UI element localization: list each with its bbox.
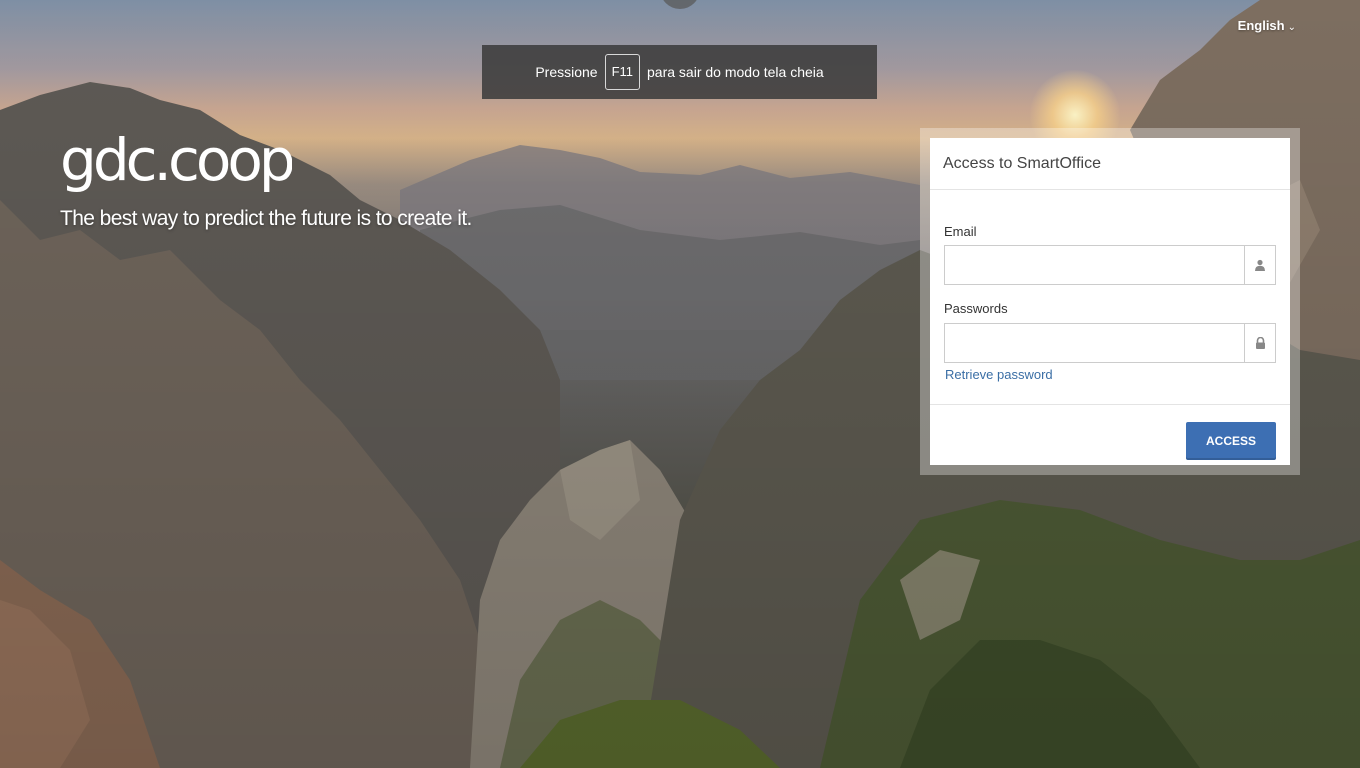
brand-logo: gdc.coop: [60, 122, 297, 205]
email-label: Email: [944, 224, 977, 239]
f11-key: F11: [604, 54, 641, 90]
login-panel: Access to SmartOffice Email Passwords Re…: [930, 138, 1290, 465]
chevron-down-icon: ⌄: [1287, 22, 1296, 33]
password-field[interactable]: [945, 324, 1244, 362]
login-panel-frame: Access to SmartOffice Email Passwords Re…: [920, 128, 1300, 475]
user-icon: [1244, 246, 1275, 284]
logo-text: gdc.coop: [60, 126, 292, 194]
access-button[interactable]: ACCESS: [1186, 422, 1276, 460]
language-label: English: [1237, 18, 1285, 33]
password-field-group: [944, 323, 1276, 363]
password-label: Passwords: [944, 301, 1008, 316]
tagline: The best way to predict the future is to…: [60, 207, 472, 230]
fullscreen-notice: Pressione F11 para sair do modo tela che…: [482, 45, 877, 99]
email-field[interactable]: [945, 246, 1244, 284]
panel-divider: [930, 404, 1290, 405]
language-selector[interactable]: English ⌄: [1238, 18, 1296, 33]
notice-suffix: para sair do modo tela cheia: [647, 64, 824, 80]
lock-icon: [1244, 324, 1275, 362]
logo-mark: gdc.coop: [60, 126, 297, 194]
retrieve-password-link[interactable]: Retrieve password: [945, 367, 1053, 382]
email-field-group: [944, 245, 1276, 285]
login-title: Access to SmartOffice: [930, 138, 1290, 190]
notice-prefix: Pressione: [535, 64, 598, 80]
